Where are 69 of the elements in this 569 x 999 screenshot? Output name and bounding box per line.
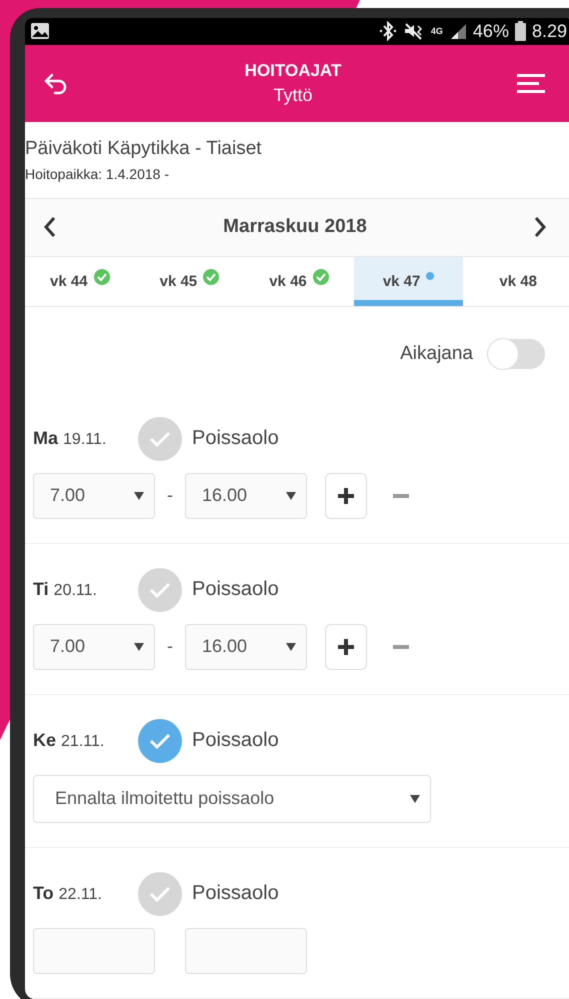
battery-icon: [514, 21, 526, 42]
menu-button[interactable]: [517, 73, 545, 94]
end-time-select[interactable]: 16.00: [185, 624, 307, 670]
signal-icon: [448, 22, 467, 40]
date-label: 21.11.: [61, 733, 104, 752]
start-time-select[interactable]: 7.00: [33, 624, 155, 670]
absence-label: Poissaolo: [192, 578, 279, 602]
status-dot: [426, 272, 434, 280]
page-title: HOITOAJAT: [244, 60, 342, 81]
remove-time-button[interactable]: [393, 644, 409, 649]
dropdown-caret-icon: [286, 492, 296, 500]
next-month-button[interactable]: [533, 216, 547, 238]
time-separator: -: [166, 485, 174, 506]
absence-checkbox[interactable]: [138, 568, 182, 612]
absence-reason-select[interactable]: Ennalta ilmoitettu poissaolo: [33, 774, 431, 823]
dropdown-caret-icon: [410, 794, 420, 803]
care-period-text: Hoitopaikka: 1.4.2018 -: [25, 166, 170, 182]
dropdown-caret-icon: [286, 642, 296, 651]
week-tab[interactable]: vk 44: [25, 256, 135, 306]
add-time-button[interactable]: [325, 472, 367, 519]
absence-checkbox[interactable]: [138, 416, 182, 461]
time-separator: -: [166, 636, 174, 658]
plus-icon: [338, 638, 354, 655]
back-button[interactable]: [43, 71, 69, 96]
menu-icon: [517, 73, 545, 94]
start-time-select[interactable]: [33, 928, 155, 974]
week-tab[interactable]: vk 46: [244, 256, 354, 306]
remove-time-button[interactable]: [393, 494, 409, 498]
plus-icon: [338, 488, 354, 504]
check-circle-icon: [203, 269, 220, 286]
bluetooth-icon: [378, 21, 397, 42]
week-tab[interactable]: vk 48: [463, 256, 569, 306]
minus-icon: [393, 644, 409, 649]
start-time-select[interactable]: 7.00: [33, 472, 155, 519]
timeline-toggle[interactable]: [487, 338, 545, 369]
timeline-label: Aikajana: [400, 342, 473, 365]
clock-time: 8.29: [532, 20, 567, 42]
check-circle-icon: [94, 269, 110, 286]
date-label: 20.11.: [54, 582, 97, 600]
add-time-button[interactable]: [325, 624, 367, 670]
dropdown-caret-icon: [134, 642, 144, 651]
chevron-left-icon: [43, 216, 57, 238]
image-icon: [30, 22, 50, 40]
month-label: Marraskuu 2018: [223, 216, 367, 238]
absence-label: Poissaolo: [192, 729, 279, 752]
weekday-label: Ma: [33, 428, 58, 450]
previous-month-button[interactable]: [43, 216, 57, 238]
weekday-label: Ke: [33, 730, 56, 752]
chevron-right-icon: [533, 216, 547, 238]
dropdown-caret-icon: [134, 492, 144, 500]
absence-checkbox[interactable]: [138, 872, 182, 916]
weekday-label: Ti: [33, 579, 49, 600]
absence-label: Poissaolo: [192, 427, 279, 450]
end-time-select[interactable]: 16.00: [185, 472, 307, 519]
back-arrow-icon: [43, 71, 69, 96]
network-type-label: 4G: [430, 27, 443, 36]
absence-checkbox[interactable]: [138, 718, 182, 763]
weekday-label: To: [33, 883, 54, 904]
date-label: 22.11.: [58, 886, 102, 904]
date-label: 19.11.: [63, 431, 106, 450]
daycare-group-name: Päiväkoti Käpytikka - Tiaiset: [25, 138, 263, 160]
week-tab[interactable]: vk 47: [354, 256, 464, 306]
muted-vibrate-icon: [402, 21, 425, 42]
minus-icon: [393, 494, 409, 498]
check-circle-icon: [312, 269, 329, 286]
absence-label: Poissaolo: [192, 882, 279, 906]
battery-percentage: 46%: [472, 20, 509, 42]
week-tab[interactable]: vk 45: [134, 256, 244, 306]
child-name: Tyttö: [273, 84, 312, 106]
